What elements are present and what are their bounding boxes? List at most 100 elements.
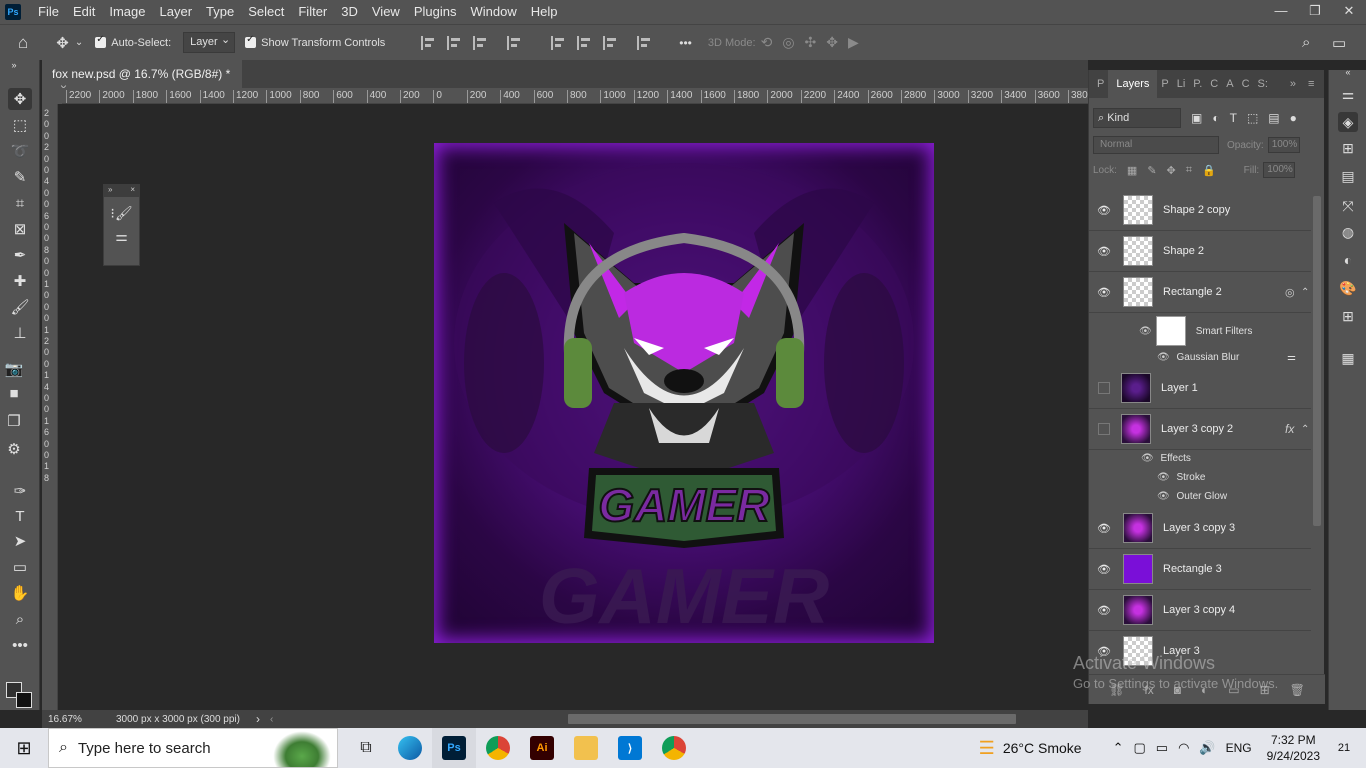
layer-name[interactable]: Shape 2 [1163, 245, 1204, 257]
visibility-eye-icon[interactable]: 👁 [1139, 326, 1152, 337]
layer-row[interactable]: 👁 Rectangle 2 ◎ ⌃ [1089, 272, 1311, 313]
chrome-icon[interactable] [476, 728, 520, 768]
move-tool-icon[interactable]: ✥ [8, 88, 32, 110]
layer-name[interactable]: Shape 2 copy [1163, 204, 1230, 216]
lasso-tool-icon[interactable]: ➰ [8, 140, 32, 162]
stroke-row[interactable]: 👁 Stroke [1157, 472, 1205, 483]
collapse-icon[interactable]: » [2, 60, 26, 70]
volume-icon[interactable]: 🔊 [1199, 740, 1215, 756]
layer-name[interactable]: Layer 3 copy 2 [1161, 423, 1233, 435]
visibility-eye-icon[interactable]: 👁 [1141, 453, 1154, 464]
taskbar-search[interactable]: ⌕ Type here to search [48, 728, 338, 768]
menu-window[interactable]: Window [463, 0, 523, 24]
quick-select-tool-icon[interactable]: ✎ [8, 166, 32, 188]
home-icon[interactable]: ⌂ [18, 33, 28, 53]
menu-view[interactable]: View [365, 0, 407, 24]
vscode-icon[interactable]: ⟩ [608, 728, 652, 768]
menu-help[interactable]: Help [524, 0, 565, 24]
lock-all-icon[interactable]: 🔒 [1202, 164, 1216, 177]
layer-row[interactable]: 👁 Shape 2 [1089, 231, 1311, 272]
tab-s[interactable]: S: [1254, 78, 1272, 90]
chrome-profile-icon[interactable] [652, 728, 696, 768]
delete-layer-icon[interactable]: 🗑 [1290, 683, 1305, 697]
layers-icon[interactable]: ◈ [1338, 112, 1358, 132]
shape-filter-icon[interactable]: ⬚ [1247, 111, 1258, 125]
visibility-eye-icon[interactable]: 👁 [1093, 563, 1115, 576]
healing-tool-icon[interactable]: ✚ [8, 270, 32, 292]
color-icon[interactable]: ◍ [1338, 222, 1358, 242]
layer-row[interactable]: 👁 Shape 2 copy [1089, 190, 1311, 231]
align-top-icon[interactable] [551, 35, 565, 50]
more-tools-icon[interactable]: ••• [8, 634, 32, 656]
brush-tool-icon[interactable]: 🖌 [8, 296, 32, 318]
layer-row[interactable]: 👁 Layer 3 copy 4 [1089, 590, 1311, 631]
menu-filter[interactable]: Filter [291, 0, 334, 24]
layer-name[interactable]: Layer 3 copy 3 [1163, 522, 1235, 534]
outer-glow-row[interactable]: 👁 Outer Glow [1157, 491, 1227, 502]
stamp-tool-icon[interactable]: ⊥ [8, 322, 32, 344]
marquee-tool-icon[interactable]: ⬚ [8, 114, 32, 136]
3d-slide-icon[interactable]: ✥ [826, 34, 838, 51]
notifications-icon[interactable]: 21 [1330, 734, 1358, 762]
swatches-icon[interactable]: 🎨 [1338, 278, 1358, 298]
visibility-off-box[interactable] [1098, 423, 1110, 435]
visibility-eye-icon[interactable]: 👁 [1157, 352, 1170, 363]
scroll-left-icon[interactable]: ‹ [270, 714, 273, 725]
menu-file[interactable]: File [31, 0, 66, 24]
lock-artboard-icon[interactable]: ⌗ [1186, 164, 1192, 177]
move-tool-icon[interactable]: ✥ [56, 34, 69, 52]
align-center-icon[interactable] [447, 35, 461, 50]
illustrator-icon[interactable]: Ai [520, 728, 564, 768]
battery-icon[interactable]: ▭ [1156, 740, 1168, 756]
menu-3d[interactable]: 3D [334, 0, 365, 24]
document-canvas[interactable]: GAMER GAMER [434, 143, 934, 643]
effects-row[interactable]: 👁 Effects [1141, 453, 1191, 464]
tab-li[interactable]: Li [1173, 78, 1190, 90]
tab-p3[interactable]: P. [1189, 78, 1206, 90]
layer-row[interactable]: 👁 Rectangle 3 [1089, 549, 1311, 590]
layer-name[interactable]: Layer 3 copy 4 [1163, 604, 1235, 616]
background-color-swatch[interactable] [16, 692, 32, 708]
menu-edit[interactable]: Edit [66, 0, 102, 24]
layer-row[interactable]: 👁 Layer 3 copy 3 [1089, 508, 1311, 549]
layer-name[interactable]: Layer 1 [1161, 382, 1198, 394]
visibility-eye-icon[interactable]: 👁 [1093, 522, 1115, 535]
fx-badge[interactable]: fx [1285, 422, 1294, 436]
checkbox-checked-icon[interactable] [245, 34, 257, 48]
auto-select-dropdown[interactable]: Layer [183, 32, 236, 53]
distribute-vertical-icon[interactable] [637, 35, 651, 50]
visibility-eye-icon[interactable]: 👁 [1157, 472, 1170, 483]
patterns-icon[interactable]: ⊞ [1338, 306, 1358, 326]
tab-p1[interactable]: P [1093, 78, 1108, 90]
windows-start-icon[interactable]: ⊞ [0, 728, 48, 768]
eyedropper-tool-icon[interactable]: ✒ [8, 244, 32, 266]
visibility-eye-icon[interactable]: 👁 [1093, 245, 1115, 258]
menu-select[interactable]: Select [241, 0, 291, 24]
status-arrow-icon[interactable]: › [256, 712, 260, 726]
close-icon[interactable]: × [130, 185, 135, 197]
lock-transparent-icon[interactable]: ▦ [1127, 164, 1137, 177]
more-options-icon[interactable]: ••• [679, 36, 692, 50]
tab-p2[interactable]: P [1157, 78, 1172, 90]
search-icon[interactable]: ⌕ [1302, 34, 1310, 51]
layer-name[interactable]: Rectangle 2 [1163, 286, 1222, 298]
tab-c2[interactable]: C [1238, 78, 1254, 90]
paths-icon[interactable]: ⤧ [1338, 196, 1358, 216]
collapse-icon[interactable]: « [1338, 62, 1358, 82]
expand-icon[interactable]: » [108, 185, 112, 197]
device-icon[interactable]: ▢ [1133, 740, 1145, 756]
hand-tool-icon[interactable]: ✋ [8, 582, 32, 604]
rectangle-tool-icon[interactable]: ▭ [8, 556, 32, 578]
image-filter-icon[interactable]: ▣ [1191, 111, 1202, 125]
auto-select-checkbox[interactable]: Auto-Select: [95, 34, 171, 49]
language-indicator[interactable]: ENG [1226, 741, 1252, 755]
minimize-button[interactable]: — [1264, 0, 1298, 24]
show-transform-checkbox[interactable]: Show Transform Controls [245, 34, 385, 49]
chevron-up-icon[interactable]: ⌃ [1113, 740, 1124, 756]
fill-input[interactable]: 100% [1263, 162, 1296, 178]
frame-tool-icon[interactable]: ⊠ [8, 218, 32, 240]
smart-filters-row[interactable]: 👁 Smart Filters [1139, 316, 1252, 346]
lock-position-icon[interactable]: ✥ [1167, 164, 1176, 177]
blend-mode-dropdown[interactable]: Normal [1093, 136, 1219, 154]
panel-menu-icon[interactable]: ≡ [1304, 78, 1318, 90]
